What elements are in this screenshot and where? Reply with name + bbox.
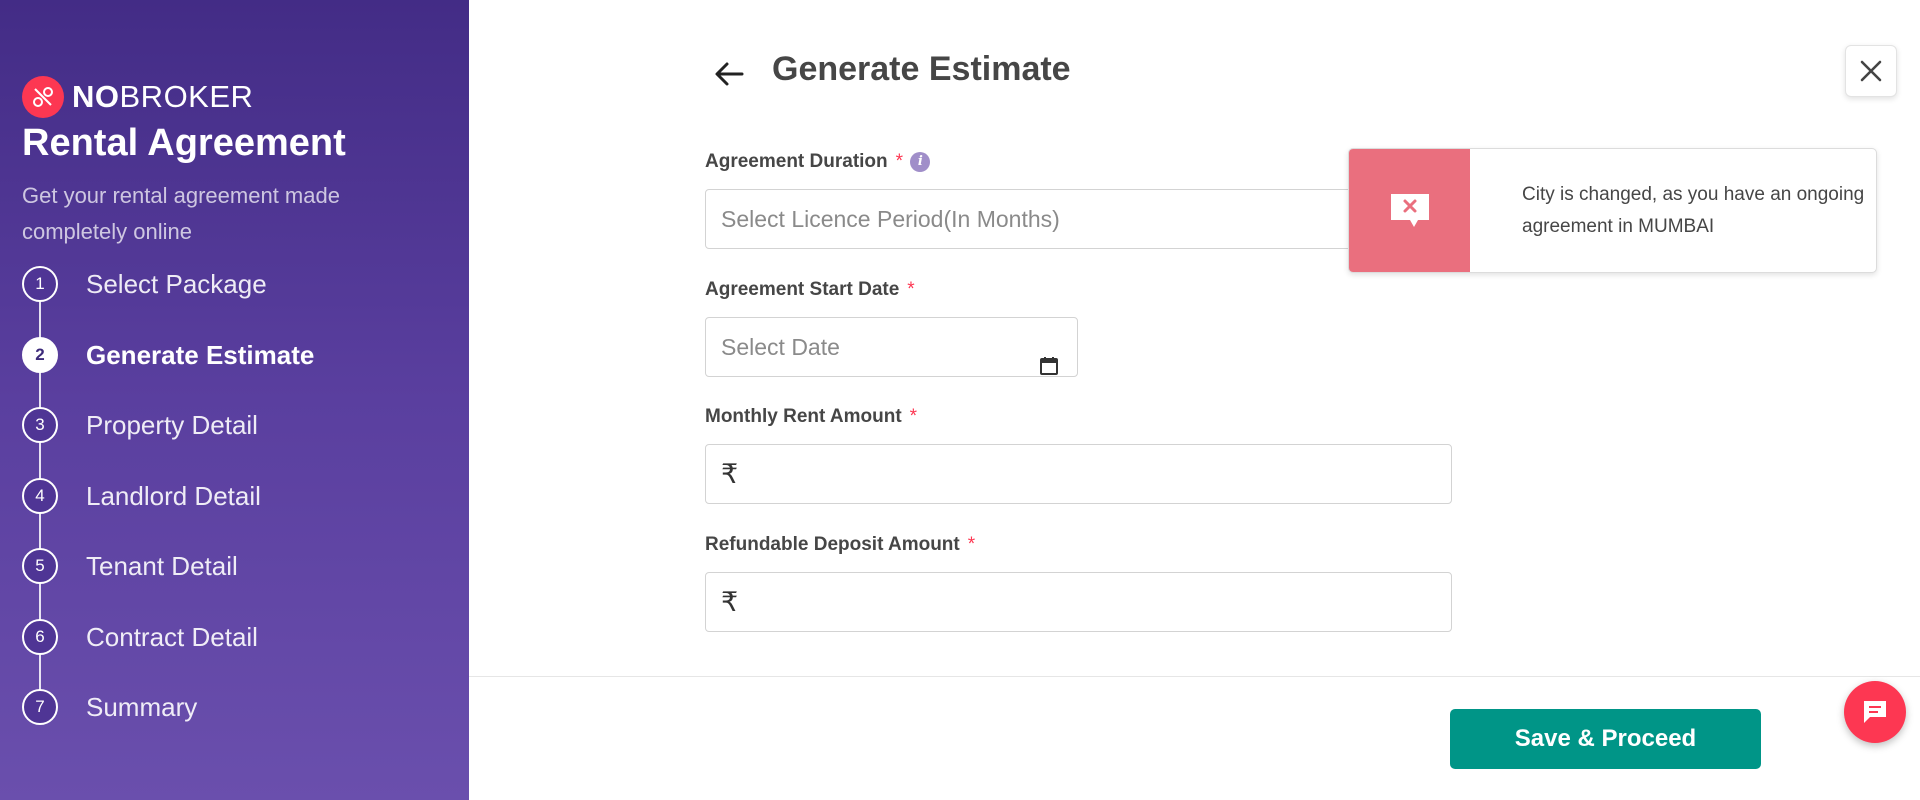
start-date-input[interactable]: Select Date (705, 317, 1078, 377)
step-generate-estimate[interactable]: 2 Generate Estimate (22, 336, 315, 408)
brand-name-light: BROKER (119, 79, 254, 114)
info-icon[interactable]: i (910, 151, 931, 172)
brand-name-bold: NO (72, 79, 120, 114)
step-number: 2 (22, 336, 58, 373)
step-number: 7 (22, 689, 58, 725)
close-button[interactable] (1845, 45, 1897, 97)
step-label: Landlord Detail (86, 480, 261, 511)
step-number: 5 (22, 548, 58, 584)
toast-icon-panel (1349, 149, 1470, 272)
step-number: 6 (22, 618, 58, 655)
step-summary[interactable]: 7 Summary (22, 689, 314, 760)
main-content: Generate Estimate Agreement Duration * i … (469, 0, 1920, 800)
start-date-placeholder: Select Date (721, 333, 840, 360)
agreement-start-date-label-text: Agreement Start Date (705, 279, 900, 300)
calendar-icon[interactable] (1039, 356, 1059, 376)
step-number: 3 (22, 407, 58, 443)
step-label: Generate Estimate (86, 339, 315, 370)
step-label: Property Detail (86, 410, 258, 440)
step-property-detail[interactable]: 3 Property Detail (22, 407, 314, 478)
step-label: Summary (86, 692, 198, 722)
chat-button[interactable] (1844, 681, 1906, 743)
chat-icon (1864, 701, 1886, 723)
close-icon (1860, 60, 1882, 82)
refundable-deposit-label-text: Refundable Deposit Amount (705, 534, 960, 555)
step-number: 4 (22, 477, 58, 514)
agreement-duration-label: Agreement Duration * i (705, 151, 931, 173)
licence-period-placeholder: Select Licence Period(In Months) (721, 205, 1060, 232)
required-mark: * (967, 534, 976, 555)
required-mark: * (907, 279, 915, 300)
nobroker-logo-icon (22, 76, 64, 118)
licence-period-select[interactable]: Select Licence Period(In Months) (705, 189, 1451, 249)
step-label: Contract Detail (86, 621, 258, 652)
rupee-symbol: ₹ (721, 458, 739, 489)
brand-name: NOBROKER (72, 79, 253, 115)
step-label: Tenant Detail (86, 551, 238, 581)
footer-divider (469, 676, 1920, 677)
agreement-start-date-label: Agreement Start Date * (705, 279, 915, 301)
agreement-duration-label-text: Agreement Duration (705, 151, 888, 172)
step-landlord-detail[interactable]: 4 Landlord Detail (22, 477, 314, 549)
monthly-rent-input[interactable]: ₹ (705, 444, 1452, 504)
step-label: Select Package (86, 269, 267, 299)
toast-message: City is changed, as you have an ongoing … (1522, 184, 1865, 237)
required-mark: * (895, 151, 904, 172)
sidebar-subtitle: Get your rental agreement made completel… (22, 183, 340, 244)
page: NOBROKER Rental Agreement Get your renta… (0, 0, 1920, 800)
monthly-rent-label: Monthly Rent Amount * (705, 406, 917, 428)
step-select-package[interactable]: 1 Select Package (22, 266, 314, 337)
refundable-deposit-input[interactable]: ₹ (705, 572, 1452, 632)
refundable-deposit-label: Refundable Deposit Amount * (705, 534, 975, 556)
step-tenant-detail[interactable]: 5 Tenant Detail (22, 548, 314, 619)
toast-notification: City is changed, as you have an ongoing … (1348, 148, 1877, 273)
arrow-left-icon (715, 62, 744, 86)
save-proceed-button[interactable]: Save & Proceed (1450, 709, 1761, 769)
error-message-icon (1390, 193, 1429, 227)
required-mark: * (909, 406, 918, 427)
sidebar: NOBROKER Rental Agreement Get your renta… (0, 0, 469, 800)
page-title: Generate Estimate (772, 50, 1071, 88)
stepper: 1 Select Package 2 Generate Estimate 3 P… (22, 266, 314, 760)
rupee-symbol: ₹ (721, 586, 739, 617)
brand[interactable]: NOBROKER (22, 76, 253, 118)
step-contract-detail[interactable]: 6 Contract Detail (22, 618, 314, 690)
monthly-rent-label-text: Monthly Rent Amount (705, 406, 902, 427)
sidebar-title: Rental Agreement (22, 122, 346, 164)
back-button[interactable] (709, 56, 749, 92)
step-number: 1 (22, 266, 58, 302)
